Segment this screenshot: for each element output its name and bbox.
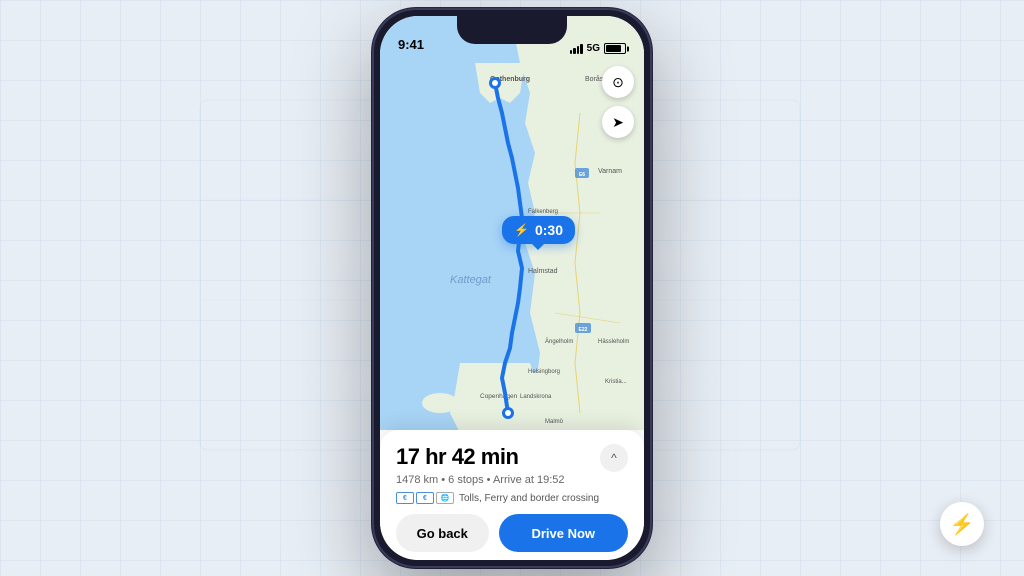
battery-icon <box>604 43 626 54</box>
svg-text:E22: E22 <box>579 327 588 333</box>
svg-text:Varnam: Varnam <box>598 168 622 175</box>
svg-text:E6: E6 <box>579 172 585 178</box>
toll-badge-1: € <box>396 492 414 504</box>
toll-badge-3: 🌐 <box>436 492 454 504</box>
floating-lightning-button[interactable]: ⚡ <box>940 502 984 546</box>
toll-text: Tolls, Ferry and border crossing <box>459 493 599 504</box>
svg-text:Helsingborg: Helsingborg <box>528 369 560 375</box>
svg-text:Ängelholm: Ängelholm <box>545 338 573 345</box>
svg-text:Malmö: Malmö <box>545 419 564 425</box>
svg-text:Borås: Borås <box>585 75 604 83</box>
eta-time: 0:30 <box>535 222 563 238</box>
svg-text:Halmstad: Halmstad <box>528 268 558 275</box>
toll-badges: € € 🌐 <box>396 492 454 504</box>
svg-text:Kattegat: Kattegat <box>450 274 492 286</box>
toll-info: € € 🌐 Tolls, Ferry and border crossing <box>396 492 628 504</box>
svg-text:Copenhagen: Copenhagen <box>480 393 518 400</box>
map-controls: ⊙ ➤ <box>602 66 634 138</box>
phone-frame: 9:41 5G <box>372 8 652 568</box>
expand-button[interactable]: ^ <box>600 444 628 472</box>
svg-text:Kristia...: Kristia... <box>605 379 627 385</box>
lightning-icon: ⚡ <box>514 223 529 237</box>
signal-icon <box>570 44 583 54</box>
phone-screen: 9:41 5G <box>380 16 644 560</box>
svg-text:Landskrona: Landskrona <box>520 394 552 400</box>
toll-badge-2: € <box>416 492 434 504</box>
route-header: 17 hr 42 min ^ <box>396 444 628 472</box>
phone-notch <box>457 16 567 44</box>
eta-bubble: ⚡ 0:30 <box>502 216 575 244</box>
svg-text:Hässleholm: Hässleholm <box>598 339 629 345</box>
drive-now-button[interactable]: Drive Now <box>499 514 629 552</box>
go-back-button[interactable]: Go back <box>396 514 489 552</box>
route-details: 1478 km • 6 stops • Arrive at 19:52 <box>396 474 628 486</box>
network-type: 5G <box>587 43 600 54</box>
svg-text:Falkenberg: Falkenberg <box>528 209 558 215</box>
action-buttons: Go back Drive Now <box>396 514 628 552</box>
route-bottom-panel: 17 hr 42 min ^ 1478 km • 6 stops • Arriv… <box>380 430 644 560</box>
map-area[interactable]: E6 E22 Gothenburg Borås Varnam Falkenber… <box>380 16 644 430</box>
route-duration: 17 hr 42 min <box>396 444 518 470</box>
chevron-up-icon: ^ <box>611 451 617 465</box>
status-time: 9:41 <box>398 37 424 54</box>
location-button[interactable]: ⊙ <box>602 66 634 98</box>
navigation-button[interactable]: ➤ <box>602 106 634 138</box>
lightning-bolt-icon: ⚡ <box>950 512 975 537</box>
status-icons: 5G <box>570 43 626 54</box>
